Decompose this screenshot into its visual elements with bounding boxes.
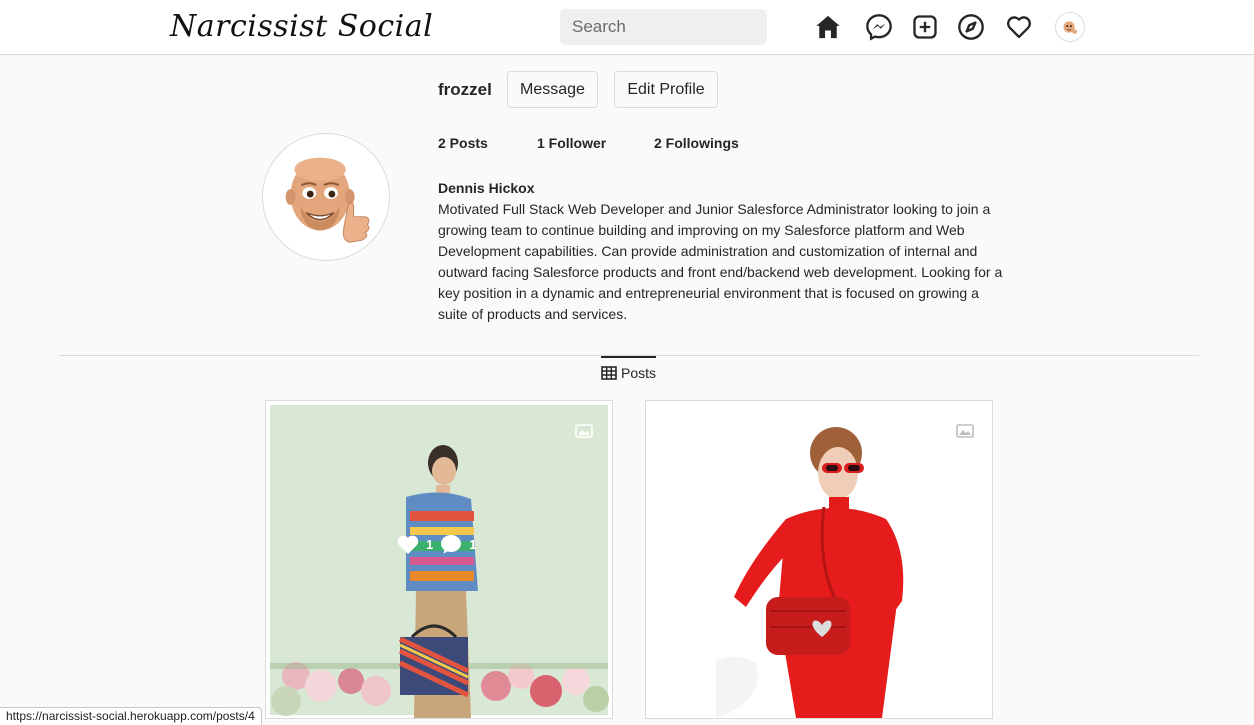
followings-count[interactable]: 2 Followings: [654, 135, 739, 151]
profile-bio: Motivated Full Stack Web Developer and J…: [438, 201, 1003, 322]
post-hover-overlay: 1 1: [396, 533, 476, 555]
profile-full-name: Dennis Hickox: [438, 180, 535, 196]
profile-picture: [262, 133, 390, 261]
activity-heart-icon[interactable]: [1005, 13, 1033, 41]
top-navbar: Narcissist Social: [0, 0, 1254, 55]
post-image-2: [646, 401, 992, 718]
post-thumbnail-2[interactable]: [645, 400, 993, 719]
post-image-1: [266, 401, 612, 718]
new-post-icon[interactable]: [911, 13, 939, 41]
tab-posts[interactable]: Posts: [601, 356, 656, 382]
profile-username: frozzel: [438, 80, 492, 99]
explore-icon[interactable]: [957, 13, 985, 41]
profile-avatar[interactable]: [1055, 12, 1085, 42]
likes-heart-icon: [397, 535, 419, 554]
tab-posts-label: Posts: [620, 365, 656, 381]
message-button[interactable]: Message: [507, 71, 598, 108]
search-input[interactable]: [560, 9, 767, 45]
comments-icon: [441, 535, 462, 554]
app-logo[interactable]: Narcissist Social: [170, 9, 433, 44]
posts-count: 2 Posts: [438, 135, 488, 151]
browser-status-url: https://narcissist-social.herokuapp.com/…: [0, 707, 262, 725]
grid-icon: [601, 366, 617, 380]
messenger-icon[interactable]: [865, 13, 893, 41]
post-thumbnail-1[interactable]: 1 1: [265, 400, 613, 719]
edit-profile-button[interactable]: Edit Profile: [614, 71, 718, 108]
followers-count[interactable]: 1 Follower: [537, 135, 606, 151]
likes-count: 1: [426, 536, 434, 552]
multiple-images-icon: [575, 424, 593, 438]
home-icon[interactable]: [814, 13, 842, 41]
multiple-images-icon: [956, 424, 974, 438]
comments-count: 1: [469, 536, 477, 552]
